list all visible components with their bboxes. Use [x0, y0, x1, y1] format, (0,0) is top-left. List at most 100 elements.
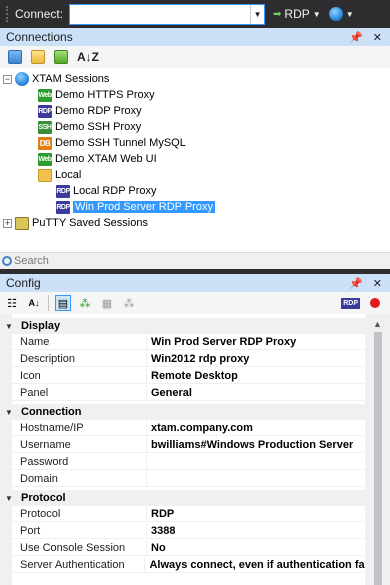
property-row[interactable]: Use Console Session No	[12, 540, 365, 556]
toolbar-grip[interactable]	[6, 6, 9, 22]
pin-icon[interactable]: 📌	[349, 277, 363, 290]
rdp-icon[interactable]: RDP	[341, 297, 360, 309]
pin-icon[interactable]: 📌	[349, 31, 363, 44]
connect-label: Connect:	[15, 7, 64, 21]
connections-toolbar: A↓Z	[0, 46, 390, 68]
category-label: Protocol	[21, 492, 66, 504]
connections-panel-title: Connections	[6, 30, 73, 44]
property-row[interactable]: Password	[12, 454, 365, 470]
property-value[interactable]: 3388	[147, 525, 175, 537]
properties-icon[interactable]: ▤	[55, 295, 71, 311]
chevron-down-icon[interactable]: ▼	[3, 408, 15, 417]
category-connection[interactable]: ▼ Connection	[0, 404, 365, 420]
property-value[interactable]: General	[147, 387, 192, 399]
config-panel-title: Config	[6, 276, 41, 290]
property-row[interactable]: Domain	[12, 471, 365, 487]
config-toolbar: ☷ A↓ ▤ ⁂ ▦ ⁂ RDP	[0, 292, 390, 314]
record-icon[interactable]	[370, 298, 380, 308]
rdp-icon: RDP	[38, 104, 52, 118]
property-name: Name	[12, 334, 147, 349]
search-bar[interactable]: Search	[0, 252, 390, 269]
default-inheritance-icon[interactable]: ⁂	[121, 295, 137, 311]
tree-node-demo-https[interactable]: Web Demo HTTPS Proxy	[0, 87, 390, 103]
rdp-protocol-label: RDP	[284, 7, 310, 21]
property-value[interactable]: RDP	[147, 508, 174, 520]
new-folder-icon[interactable]	[31, 50, 45, 64]
tree-node-root[interactable]: − XTAM Sessions	[0, 71, 390, 87]
property-row[interactable]: Hostname/IP xtam.company.com	[12, 420, 365, 436]
category-display[interactable]: ▼ Display	[0, 318, 365, 334]
property-value[interactable]: Always connect, even if authentication f…	[145, 559, 365, 571]
inheritance-icon[interactable]: ⁂	[77, 295, 93, 311]
close-icon[interactable]: ✕	[373, 277, 382, 290]
tree-node-demo-rdp[interactable]: RDP Demo RDP Proxy	[0, 103, 390, 119]
database-icon: DB	[38, 136, 52, 150]
rdp-icon: RDP	[56, 200, 70, 214]
property-value[interactable]: Remote Desktop	[147, 370, 238, 382]
property-row[interactable]: Server Authentication Always connect, eve…	[12, 557, 365, 573]
new-connection-icon[interactable]	[8, 50, 22, 64]
tree-node-local-rdp[interactable]: RDP Local RDP Proxy	[0, 183, 390, 199]
connections-panel-header: Connections 📌 ✕	[0, 28, 390, 46]
tree-node-label: Win Prod Server RDP Proxy	[73, 201, 215, 213]
tree-node-label: PuTTY Saved Sessions	[32, 217, 148, 229]
tree-node-win-prod-rdp[interactable]: RDP Win Prod Server RDP Proxy	[0, 199, 390, 215]
property-name: Hostname/IP	[12, 420, 147, 435]
config-panel-header: Config 📌 ✕	[0, 274, 390, 292]
chevron-down-icon: ▼	[312, 9, 321, 19]
tree-node-demo-ssh[interactable]: SSH Demo SSH Proxy	[0, 119, 390, 135]
tree-node-putty[interactable]: + PuTTY Saved Sessions	[0, 215, 390, 231]
globe-menu-button[interactable]: ▼	[328, 7, 354, 21]
property-row[interactable]: Icon Remote Desktop	[12, 368, 365, 384]
property-name: Password	[12, 454, 147, 469]
rdp-protocol-button[interactable]: ➡ RDP ▼	[273, 7, 321, 21]
property-row[interactable]: Port 3388	[12, 523, 365, 539]
property-value[interactable]: xtam.company.com	[147, 422, 253, 434]
sort-icon[interactable]: A↓Z	[77, 50, 99, 64]
tree-node-local-folder[interactable]: Local	[0, 167, 390, 183]
property-row[interactable]: Name Win Prod Server RDP Proxy	[12, 334, 365, 350]
categorized-icon[interactable]: ☷	[4, 295, 20, 311]
category-label: Display	[21, 320, 61, 332]
property-row[interactable]: Panel General	[12, 385, 365, 401]
property-name: Server Authentication	[12, 557, 146, 572]
connections-tree: − XTAM Sessions Web Demo HTTPS Proxy RDP…	[0, 68, 390, 250]
close-icon[interactable]: ✕	[373, 31, 382, 44]
chevron-up-icon[interactable]: ▲	[373, 319, 382, 329]
putty-icon	[15, 216, 29, 230]
property-value[interactable]: Win Prod Server RDP Proxy	[147, 336, 296, 348]
globe-icon	[328, 7, 343, 21]
scrollbar-thumb[interactable]	[374, 332, 382, 585]
property-row[interactable]: Description Win2012 rdp proxy	[12, 351, 365, 367]
expand-icon[interactable]: +	[3, 218, 12, 228]
tree-node-label: Demo RDP Proxy	[55, 105, 142, 117]
tree-node-demo-web-ui[interactable]: Web Demo XTAM Web UI	[0, 151, 390, 167]
view-icon[interactable]	[54, 50, 68, 64]
toolbar-separator	[48, 295, 49, 311]
arrow-right-icon: ➡	[273, 8, 282, 20]
globe-icon	[15, 72, 29, 86]
category-protocol[interactable]: ▼ Protocol	[0, 490, 365, 506]
connect-toolbar: Connect: ▼ ➡ RDP ▼ ▼	[0, 0, 390, 28]
chevron-down-icon[interactable]: ▼	[250, 4, 265, 24]
property-name: Icon	[12, 368, 147, 383]
connect-input[interactable]: ▼	[69, 3, 266, 25]
search-input[interactable]: Search	[14, 255, 49, 267]
grid-margin	[0, 314, 12, 585]
property-value[interactable]: bwilliams#Windows Production Server	[147, 439, 353, 451]
property-name: Port	[12, 523, 147, 538]
tree-node-label: Local	[55, 169, 82, 181]
property-row[interactable]: Username bwilliams#Windows Production Ser…	[12, 437, 365, 453]
tree-node-demo-mysql[interactable]: DB Demo SSH Tunnel MySQL	[0, 135, 390, 151]
property-row[interactable]: Protocol RDP	[12, 506, 365, 522]
chevron-down-icon[interactable]: ▼	[3, 494, 15, 503]
property-value[interactable]: Win2012 rdp proxy	[147, 353, 249, 365]
chevron-down-icon[interactable]: ▼	[3, 322, 15, 331]
vertical-scrollbar[interactable]: ▲	[365, 314, 390, 585]
property-name: Username	[12, 437, 147, 452]
property-value[interactable]: No	[147, 542, 166, 554]
chevron-down-icon: ▼	[345, 9, 354, 19]
collapse-icon[interactable]: −	[3, 74, 12, 84]
default-properties-icon[interactable]: ▦	[99, 295, 115, 311]
alphabetical-icon[interactable]: A↓	[26, 295, 42, 311]
